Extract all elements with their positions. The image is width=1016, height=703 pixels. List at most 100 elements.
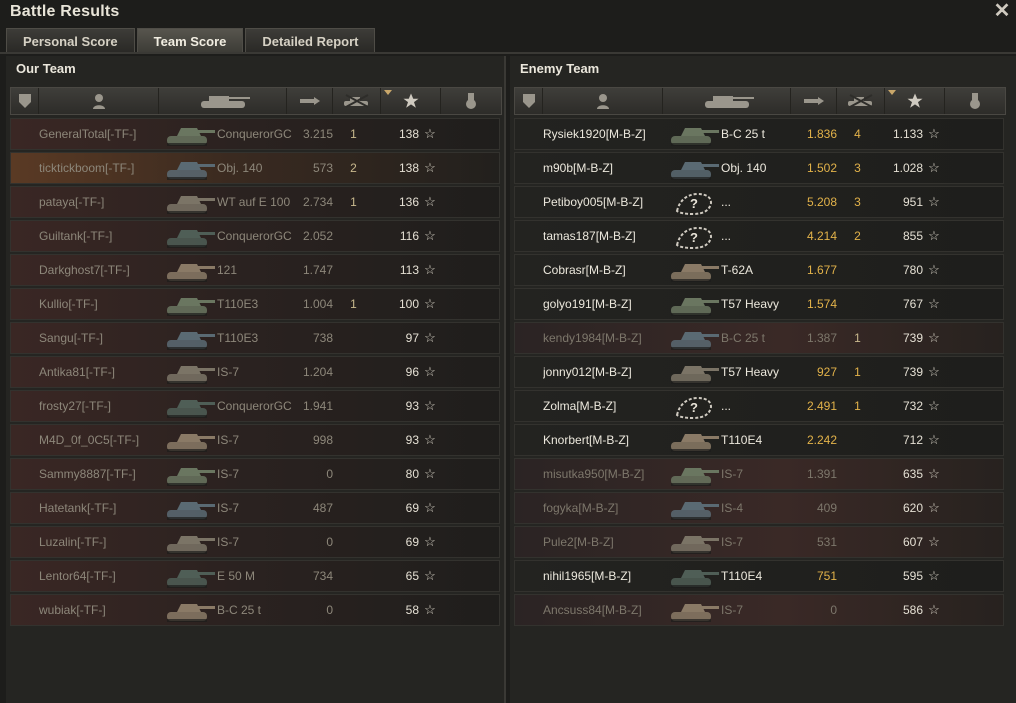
kills-value bbox=[845, 493, 870, 523]
window-title: Battle Results bbox=[10, 3, 120, 20]
player-name: Lentor64[-TF-] bbox=[39, 569, 116, 583]
tab-team-score[interactable]: Team Score bbox=[136, 28, 244, 52]
col-header-medal-icon[interactable] bbox=[441, 88, 501, 114]
col-header-damage-icon[interactable] bbox=[287, 88, 333, 114]
col-header-player-icon[interactable] bbox=[543, 88, 663, 114]
kills-value bbox=[845, 595, 870, 625]
tank-icon bbox=[163, 189, 217, 217]
col-header-squad-icon[interactable] bbox=[515, 88, 543, 114]
xp-value: 620 bbox=[902, 501, 923, 515]
table-row[interactable]: m90b[M-B-Z] Obj. 140 1.502 3 1.028 ☆ bbox=[514, 152, 1004, 184]
table-row[interactable]: kendy1984[M-B-Z] B-C 25 t 1.387 1 739 ☆ bbox=[514, 322, 1004, 354]
tank-icon bbox=[704, 96, 754, 108]
table-row[interactable]: misutka950[M-B-Z] IS-7 1.391 635 ☆ bbox=[514, 458, 1004, 490]
table-row[interactable]: Guiltank[-TF-] ConquerorGC 2.052 116 ☆ bbox=[10, 220, 500, 252]
table-row[interactable]: pataya[-TF-] WT auf E 100 2.734 1 136 ☆ bbox=[10, 186, 500, 218]
star-icon: ☆ bbox=[928, 194, 940, 209]
tank-icon bbox=[163, 495, 217, 523]
col-header-player-icon[interactable] bbox=[39, 88, 159, 114]
table-row[interactable]: Rysiek1920[M-B-Z] B-C 25 t 1.836 4 1.133 ☆ bbox=[514, 118, 1004, 150]
tank-name: T110E4 bbox=[721, 569, 763, 583]
table-row[interactable]: Antika81[-TF-] IS-7 1.204 96 ☆ bbox=[10, 356, 500, 388]
player-name: Knorbert[M-B-Z] bbox=[543, 433, 630, 447]
table-row[interactable]: GeneralTotal[-TF-] ConquerorGC 3.215 1 138 ☆ bbox=[10, 118, 500, 150]
tab-detailed-report[interactable]: Detailed Report bbox=[245, 28, 376, 52]
tank-name: T110E3 bbox=[217, 331, 259, 345]
table-row[interactable]: fogyka[M-B-Z] IS-4 409 620 ☆ bbox=[514, 492, 1004, 524]
tank-icon bbox=[163, 461, 217, 489]
xp-value: 951 bbox=[902, 195, 923, 209]
tank-name: ConquerorGC bbox=[217, 229, 292, 243]
damage-value: 998 bbox=[312, 433, 333, 447]
player-name: m90b[M-B-Z] bbox=[543, 161, 614, 175]
xp-value: 635 bbox=[902, 467, 923, 481]
table-row[interactable]: wubiak[-TF-] B-C 25 t 0 58 ☆ bbox=[10, 594, 500, 626]
damage-value: 1.204 bbox=[302, 365, 333, 379]
table-row[interactable]: Knorbert[M-B-Z] T110E4 2.242 712 ☆ bbox=[514, 424, 1004, 456]
damage-value: 0 bbox=[830, 603, 837, 617]
table-row[interactable]: Pule2[M-B-Z] IS-7 531 607 ☆ bbox=[514, 526, 1004, 558]
player-name: fogyka[M-B-Z] bbox=[543, 501, 619, 515]
tank-name: E 50 M bbox=[217, 569, 256, 583]
player-name: nihil1965[M-B-Z] bbox=[543, 569, 632, 583]
col-header-tank-icon[interactable] bbox=[663, 88, 791, 114]
col-header-medal-icon[interactable] bbox=[945, 88, 1005, 114]
tank-name: IS-4 bbox=[721, 501, 744, 515]
xp-value: 96 bbox=[405, 365, 419, 379]
player-name: Kullio[-TF-] bbox=[39, 297, 98, 311]
xp-value: 100 bbox=[398, 297, 419, 311]
table-row[interactable]: Cobrasr[M-B-Z] T-62A 1.677 780 ☆ bbox=[514, 254, 1004, 286]
table-row[interactable]: Zolma[M-B-Z]... 2.491 1 732 ☆? bbox=[514, 390, 1004, 422]
xp-value: 93 bbox=[405, 433, 419, 447]
tank-name: IS-7 bbox=[217, 535, 240, 549]
table-row[interactable]: Hatetank[-TF-] IS-7 487 69 ☆ bbox=[10, 492, 500, 524]
col-header-tank-icon[interactable] bbox=[159, 88, 287, 114]
table-row[interactable]: Darkghost7[-TF-] 121 1.747 113 ☆ bbox=[10, 254, 500, 286]
kills-value bbox=[845, 459, 870, 489]
damage-value: 751 bbox=[816, 569, 837, 583]
table-row[interactable]: frosty27[-TF-] ConquerorGC 1.941 93 ☆ bbox=[10, 390, 500, 422]
player-name: Darkghost7[-TF-] bbox=[39, 263, 130, 277]
star-icon: ☆ bbox=[424, 364, 436, 379]
player-name: Cobrasr[M-B-Z] bbox=[543, 263, 626, 277]
col-header-kills-icon[interactable] bbox=[837, 88, 885, 114]
col-header-xp-star-icon[interactable] bbox=[381, 88, 441, 114]
table-row[interactable]: nihil1965[M-B-Z] T110E4 751 595 ☆ bbox=[514, 560, 1004, 592]
tank-name: IS-7 bbox=[217, 365, 240, 379]
col-header-damage-icon[interactable] bbox=[791, 88, 837, 114]
table-row[interactable]: tamas187[M-B-Z]... 4.214 2 855 ☆? bbox=[514, 220, 1004, 252]
star-icon: ☆ bbox=[928, 534, 940, 549]
table-row[interactable]: Sammy8887[-TF-] IS-7 0 80 ☆ bbox=[10, 458, 500, 490]
table-row[interactable]: jonny012[M-B-Z] T57 Heavy 927 1 739 ☆ bbox=[514, 356, 1004, 388]
star-icon: ☆ bbox=[424, 296, 436, 311]
close-icon[interactable]: ✕ bbox=[992, 0, 1012, 22]
table-row[interactable]: Kullio[-TF-] T110E3 1.004 1 100 ☆ bbox=[10, 288, 500, 320]
kills-value bbox=[845, 561, 870, 591]
tank-name: IS-7 bbox=[217, 433, 240, 447]
table-row[interactable]: Sangu[-TF-] T110E3 738 97 ☆ bbox=[10, 322, 500, 354]
damage-value: 1.574 bbox=[806, 297, 837, 311]
tabs-divider bbox=[0, 52, 1016, 54]
damage-value: 1.677 bbox=[806, 263, 837, 277]
table-row[interactable]: Ancsuss84[M-B-Z] IS-7 0 586 ☆ bbox=[514, 594, 1004, 626]
xp-value: 586 bbox=[902, 603, 923, 617]
table-row[interactable]: Luzalin[-TF-] IS-7 0 69 ☆ bbox=[10, 526, 500, 558]
player-name: Ancsuss84[M-B-Z] bbox=[543, 603, 642, 617]
table-row[interactable]: ticktickboom[-TF-] Obj. 140 573 2 138 ☆ bbox=[10, 152, 500, 184]
squad-icon bbox=[522, 94, 535, 108]
tank-name: WT auf E 100 bbox=[217, 195, 291, 209]
table-row[interactable]: golyo191[M-B-Z] T57 Heavy 1.574 767 ☆ bbox=[514, 288, 1004, 320]
damage-value: 2.052 bbox=[302, 229, 333, 243]
player-name: Zolma[M-B-Z] bbox=[543, 399, 617, 413]
col-header-kills-icon[interactable] bbox=[333, 88, 381, 114]
table-row[interactable]: M4D_0f_0C5[-TF-] IS-7 998 93 ☆ bbox=[10, 424, 500, 456]
star-icon: ☆ bbox=[424, 466, 436, 481]
tab-personal-score[interactable]: Personal Score bbox=[6, 28, 135, 52]
table-row[interactable]: Lentor64[-TF-] E 50 M 734 65 ☆ bbox=[10, 560, 500, 592]
tank-icon bbox=[667, 597, 721, 625]
table-row[interactable]: Petiboy005[M-B-Z]... 5.208 3 951 ☆? bbox=[514, 186, 1004, 218]
col-header-squad-icon[interactable] bbox=[11, 88, 39, 114]
enemy-team-title: Enemy Team bbox=[520, 61, 600, 76]
col-header-xp-star-icon[interactable] bbox=[885, 88, 945, 114]
player-name: kendy1984[M-B-Z] bbox=[543, 331, 642, 345]
